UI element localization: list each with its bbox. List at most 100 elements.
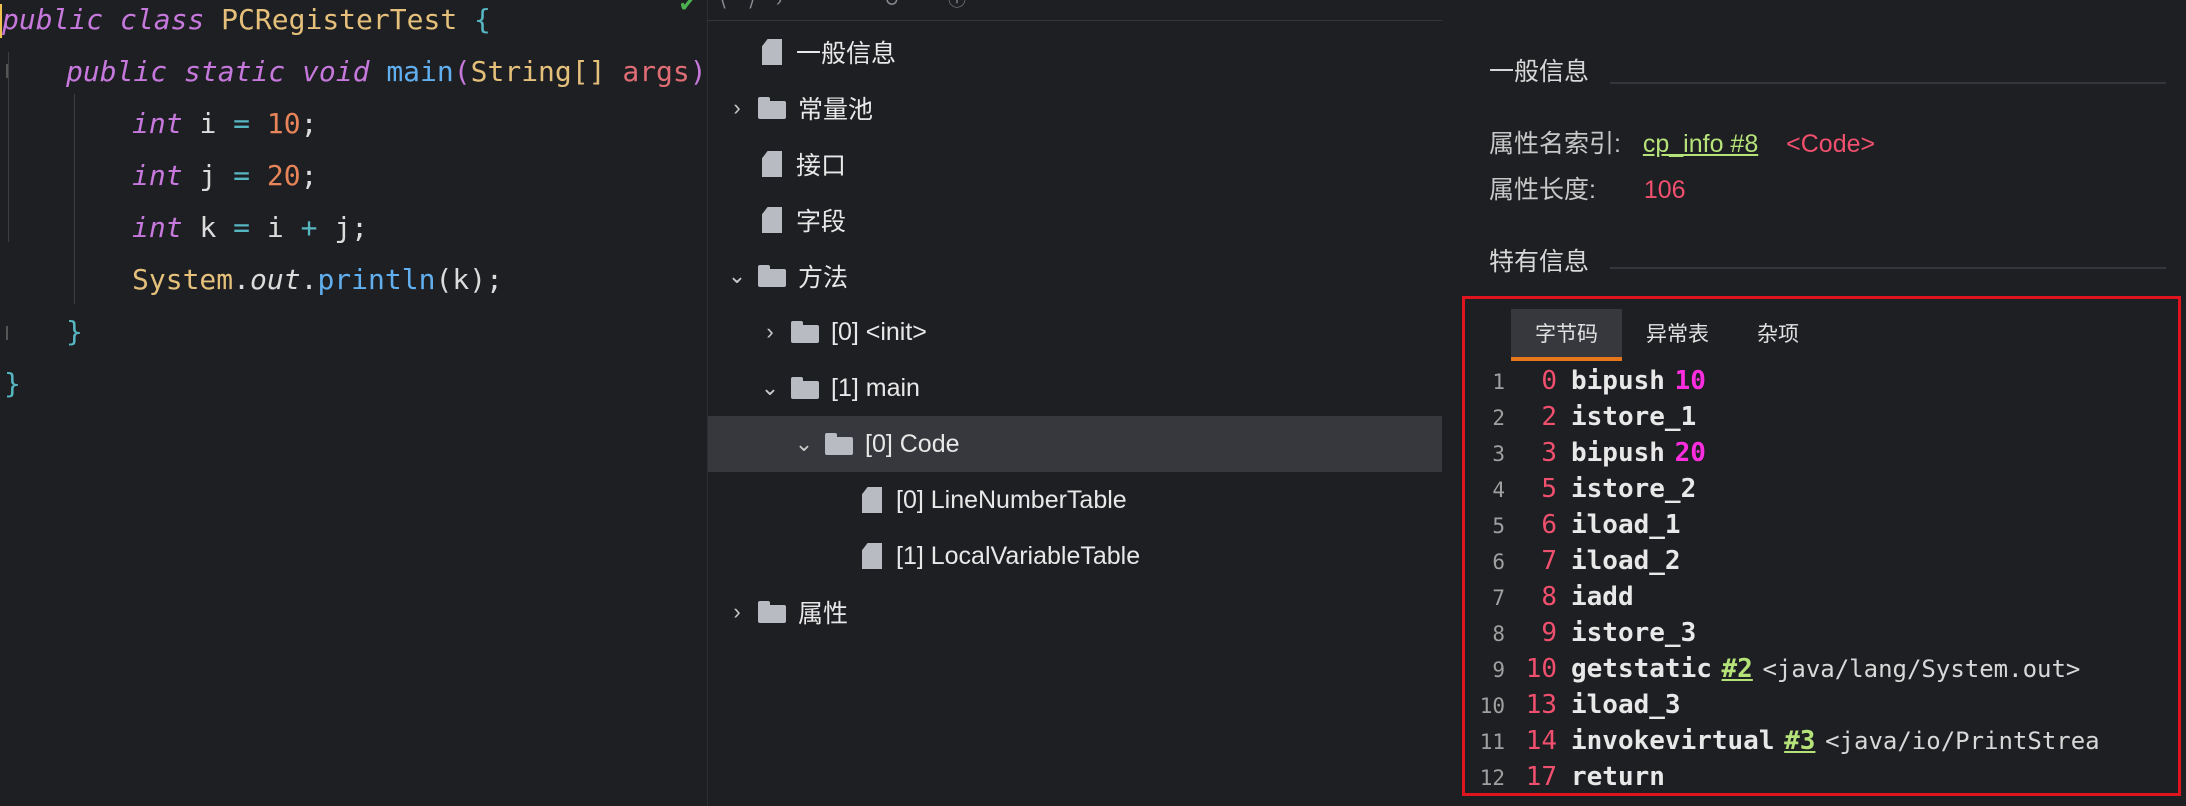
tree-item-label: [0] <init> <box>831 317 927 346</box>
section-title-general: 一般信息 <box>1489 58 1590 86</box>
folder-icon <box>791 321 819 343</box>
info-icon[interactable]: ⓘ <box>948 0 968 10</box>
bytecode-line-number: 6 <box>1492 550 1505 574</box>
section-divider <box>1610 82 2166 84</box>
file-icon <box>762 39 782 65</box>
code-editor[interactable]: ✔ public class PCRegisterTest { public s… <box>0 0 707 806</box>
tree-item-label: [0] LineNumberTable <box>896 485 1127 514</box>
bytecode-panel: 字节码 异常表 杂项 1 0 bipush 10 2 2 istore_1 3 3 bipush… <box>1462 296 2181 796</box>
refresh-icon[interactable]: ↻ <box>884 0 904 10</box>
bytecode-opcode: iload_3 <box>1571 690 1681 720</box>
constant-pool-ref-link[interactable]: #3 <box>1784 726 1815 756</box>
bytecode-offset: 10 <box>1525 654 1557 684</box>
attr-length-row: 属性长度: 106 <box>1489 170 1686 206</box>
bytecode-line-number: 3 <box>1492 442 1505 466</box>
attr-name-value: <Code> <box>1786 130 1876 158</box>
tree-item-label: [1] LocalVariableTable <box>896 541 1141 570</box>
tree-item-methods[interactable]: ⌄ 方法 <box>708 248 1461 304</box>
code-line-close-class: } <box>4 367 21 400</box>
indent-guide <box>8 52 9 242</box>
collapse-icon[interactable]: ⟨ <box>720 0 740 10</box>
code-line-int-i: int i = 10; <box>132 107 318 140</box>
bytecode-line-number: 12 <box>1479 766 1505 790</box>
folder-icon <box>825 433 853 455</box>
code-line-class: public class PCRegisterTest { <box>2 3 491 36</box>
section-divider <box>1610 267 2166 269</box>
tree-toolbar: ⟨ ⟩ › ↻ ⓘ <box>708 0 1443 21</box>
chevron-right-icon[interactable]: › <box>759 319 781 345</box>
cp-info-link[interactable]: cp_info #8 <box>1643 130 1758 158</box>
bytecode-line-number: 1 <box>1492 370 1505 394</box>
bytecode-tabs: 字节码 异常表 杂项 <box>1511 309 1823 361</box>
bytecode-row: 7 8 iadd <box>1465 579 2155 615</box>
check-icon: ✔ <box>680 0 696 18</box>
bytecode-row: 9 10 getstatic #2 <java/lang/System.out> <box>1465 651 2155 687</box>
bytecode-opcode: bipush <box>1571 366 1665 396</box>
bytecode-offset: 3 <box>1541 438 1557 468</box>
attr-length-label: 属性长度: <box>1489 176 1596 204</box>
bytecode-opcode: istore_2 <box>1571 474 1697 504</box>
tree-item-fields[interactable]: › 字段 <box>708 192 1461 248</box>
folder-icon <box>758 265 786 287</box>
bytecode-opcode: iload_1 <box>1571 510 1681 540</box>
bytecode-line-number: 10 <box>1479 694 1505 718</box>
app-window: ✔ public class PCRegisterTest { public s… <box>0 0 2186 806</box>
bytecode-operand: 10 <box>1674 366 1706 396</box>
file-icon <box>862 487 882 513</box>
chevron-right-icon[interactable]: › <box>726 599 748 625</box>
file-icon <box>762 207 782 233</box>
class-structure-tree: ⟨ ⟩ › ↻ ⓘ › 一般信息 › 常量池 › 接口 › 字段 ⌄ <box>707 0 1443 806</box>
bytecode-comment: <java/io/PrintStrea <box>1825 727 2100 755</box>
tab-exception-table[interactable]: 异常表 <box>1622 309 1733 361</box>
bytecode-offset: 17 <box>1525 762 1557 792</box>
attr-name-index-label: 属性名索引: <box>1489 130 1621 158</box>
arrow-icon[interactable]: › <box>776 0 796 10</box>
expand-icon[interactable]: ⟩ <box>748 0 768 10</box>
tab-bytecode[interactable]: 字节码 <box>1511 309 1622 361</box>
bytecode-opcode: invokevirtual <box>1571 726 1775 756</box>
file-icon <box>762 151 782 177</box>
bytecode-line-number: 5 <box>1492 514 1505 538</box>
tree-item-label: 接口 <box>796 152 847 180</box>
tree-item-label: [1] main <box>831 373 920 402</box>
bytecode-row: 5 6 iload_1 <box>1465 507 2155 543</box>
tree-item-method-main[interactable]: ⌄ [1] main <box>708 360 1494 416</box>
code-line-main: public static void main(String[] args) { <box>66 55 707 88</box>
attribute-info-panel: 一般信息 属性名索引: cp_info #8 <Code> 属性长度: 106 … <box>1442 0 2186 806</box>
tree-item-general-info[interactable]: › 一般信息 <box>708 24 1461 80</box>
bytecode-row: 4 5 istore_2 <box>1465 471 2155 507</box>
tree-item-local-variable-table[interactable]: › [1] LocalVariableTable <box>708 528 1561 584</box>
tree-item-line-number-table[interactable]: › [0] LineNumberTable <box>708 472 1561 528</box>
attr-length-value: 106 <box>1643 176 1686 204</box>
chevron-right-icon[interactable]: › <box>726 95 748 121</box>
bytecode-line-number: 2 <box>1492 406 1505 430</box>
chevron-down-icon[interactable]: ⌄ <box>759 375 781 401</box>
chevron-down-icon[interactable]: ⌄ <box>793 431 815 457</box>
code-line-println: System.out.println(k); <box>132 263 503 296</box>
tree-item-interfaces[interactable]: › 接口 <box>708 136 1461 192</box>
bytecode-opcode: bipush <box>1571 438 1665 468</box>
tree-item-code-selected[interactable]: ⌄ [0] Code <box>708 416 1443 472</box>
code-line-close-main: } <box>66 315 83 348</box>
bytecode-line-number: 11 <box>1479 730 1505 754</box>
bytecode-offset: 14 <box>1525 726 1557 756</box>
tree-item-attributes[interactable]: › 属性 <box>708 584 1461 640</box>
bytecode-opcode: return <box>1571 762 1665 792</box>
constant-pool-ref-link[interactable]: #2 <box>1722 654 1753 684</box>
bytecode-line-number: 4 <box>1492 478 1505 502</box>
tree-item-constant-pool[interactable]: › 常量池 <box>708 80 1461 136</box>
bytecode-comment: <java/lang/System.out> <box>1762 655 2081 683</box>
folder-icon <box>758 601 786 623</box>
tree-item-label: 一般信息 <box>796 40 897 68</box>
bytecode-line-number: 9 <box>1492 658 1505 682</box>
gutter-mark <box>6 326 8 340</box>
bytecode-row: 12 17 return <box>1465 759 2155 793</box>
bytecode-opcode: istore_1 <box>1571 402 1697 432</box>
tab-misc[interactable]: 杂项 <box>1733 309 1823 361</box>
bytecode-opcode: getstatic <box>1571 654 1712 684</box>
tree-item-label: [0] Code <box>865 429 960 458</box>
tree-item-method-init[interactable]: › [0] <init> <box>708 304 1494 360</box>
folder-icon <box>791 377 819 399</box>
bytecode-row: 8 9 istore_3 <box>1465 615 2155 651</box>
chevron-down-icon[interactable]: ⌄ <box>726 263 748 289</box>
